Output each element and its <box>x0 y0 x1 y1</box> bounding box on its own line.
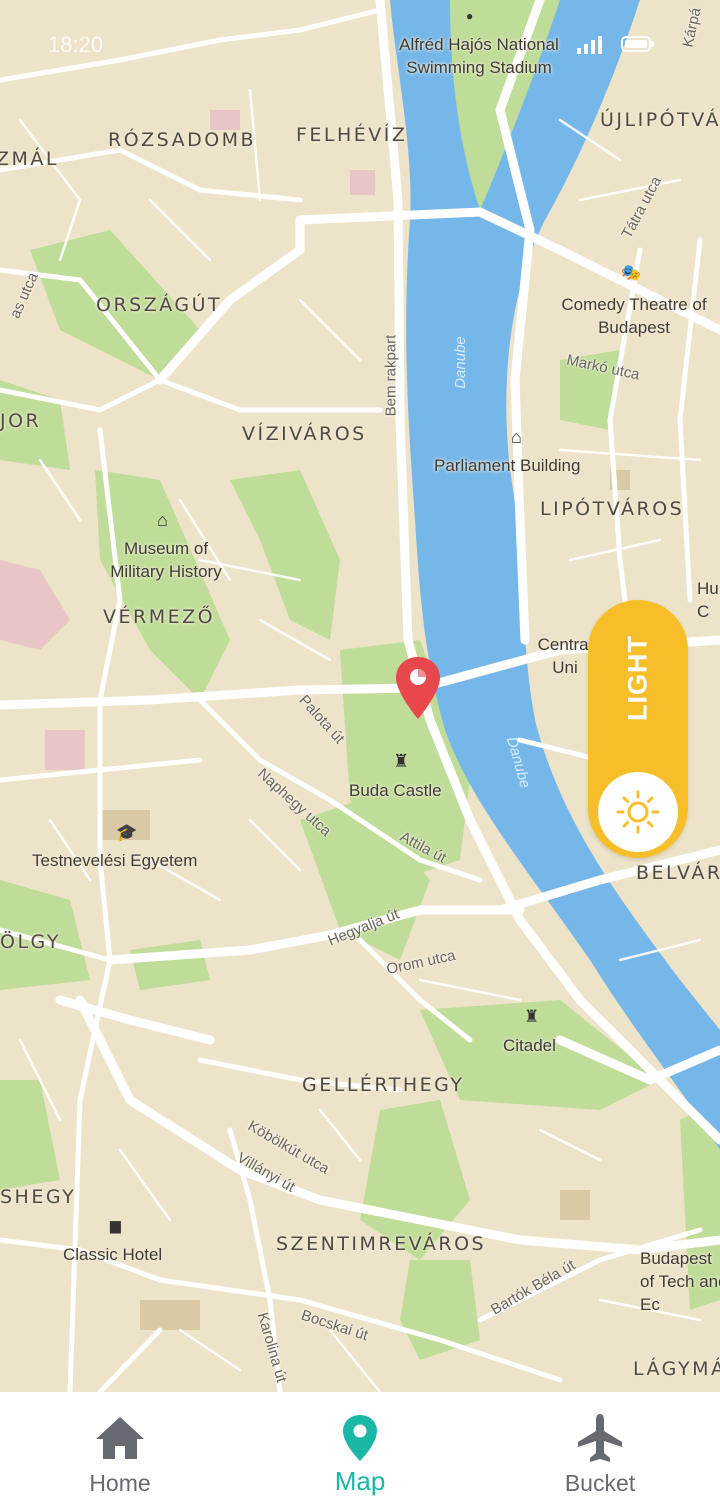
landmark-icon: ⌂ <box>511 427 522 447</box>
status-bar: 18:20 <box>0 0 720 90</box>
district-label: SZENTIMREVÁROS <box>276 1233 487 1255</box>
location-pin-icon[interactable] <box>394 655 442 723</box>
sun-icon <box>616 790 660 834</box>
poi-classic-hotel[interactable]: Classic Hotel <box>63 1244 162 1267</box>
poi-citadel[interactable]: Citadel <box>503 1035 556 1058</box>
poi-parliament[interactable]: Parliament Building <box>434 455 580 478</box>
district-label: SHEGY <box>0 1186 77 1208</box>
poi-comedy-theatre[interactable]: Comedy Theatre of Budapest <box>556 294 712 340</box>
theatre-icon: 🎭 <box>621 265 641 282</box>
home-icon <box>96 1417 144 1459</box>
poi-museum[interactable]: Museum of Military History <box>96 538 236 584</box>
school-icon: 🎓 <box>116 823 138 842</box>
district-label: VÍZIVÁROS <box>242 423 367 445</box>
museum-icon: ⌂ <box>157 510 168 530</box>
battery-icon <box>621 36 654 52</box>
bottom-tab-bar: Home Map Bucket <box>0 1392 720 1512</box>
poi-bme[interactable]: Budapest of Tech and Ec <box>640 1248 720 1317</box>
airplane-icon <box>578 1414 622 1462</box>
street-label: Bem rakpart <box>382 334 400 417</box>
poi-buda-castle[interactable]: Buda Castle <box>349 780 442 803</box>
district-label: ZMÁL <box>0 148 59 170</box>
district-label: GELLÉRTHEGY <box>302 1074 465 1096</box>
toggle-knob[interactable] <box>598 772 678 852</box>
status-time: 18:20 <box>48 32 104 57</box>
poi-university[interactable]: Testnevelési Egyetem <box>32 850 197 873</box>
river-label: Danube <box>451 336 469 389</box>
district-label: FELHÉVÍZ <box>296 124 408 146</box>
poi-partial[interactable]: Hu C <box>697 578 720 624</box>
signal-icon <box>577 36 602 54</box>
district-label: ÖLGY <box>0 931 61 953</box>
tab-label: Map <box>334 1466 386 1496</box>
theme-toggle[interactable]: LIGHT <box>588 600 688 858</box>
district-label: BELVÁR <box>636 862 720 884</box>
district-label: ÚJLIPÓTVÁ <box>600 109 720 131</box>
castle-icon: ♜ <box>393 751 410 771</box>
castle-icon: ♜ <box>524 1007 540 1026</box>
district-label: RÓZSADOMB <box>108 129 257 151</box>
tab-home[interactable]: Home <box>0 1392 240 1512</box>
map-pin-icon <box>343 1415 377 1461</box>
district-label: LIPÓTVÁROS <box>540 498 685 520</box>
tab-label: Bucket <box>564 1470 636 1496</box>
status-icons <box>575 34 655 54</box>
district-label: JOR <box>0 410 42 432</box>
tab-map[interactable]: Map <box>240 1392 480 1512</box>
district-label: ORSZÁGÚT <box>96 294 223 316</box>
tab-label: Home <box>89 1470 151 1496</box>
tab-bucket[interactable]: Bucket <box>480 1392 720 1512</box>
hotel-icon: ▆ <box>110 1217 121 1233</box>
toggle-label: LIGHT <box>622 635 653 721</box>
district-label: LÁGYMÁ <box>633 1358 720 1380</box>
district-label: VÉRMEZŐ <box>103 606 216 628</box>
